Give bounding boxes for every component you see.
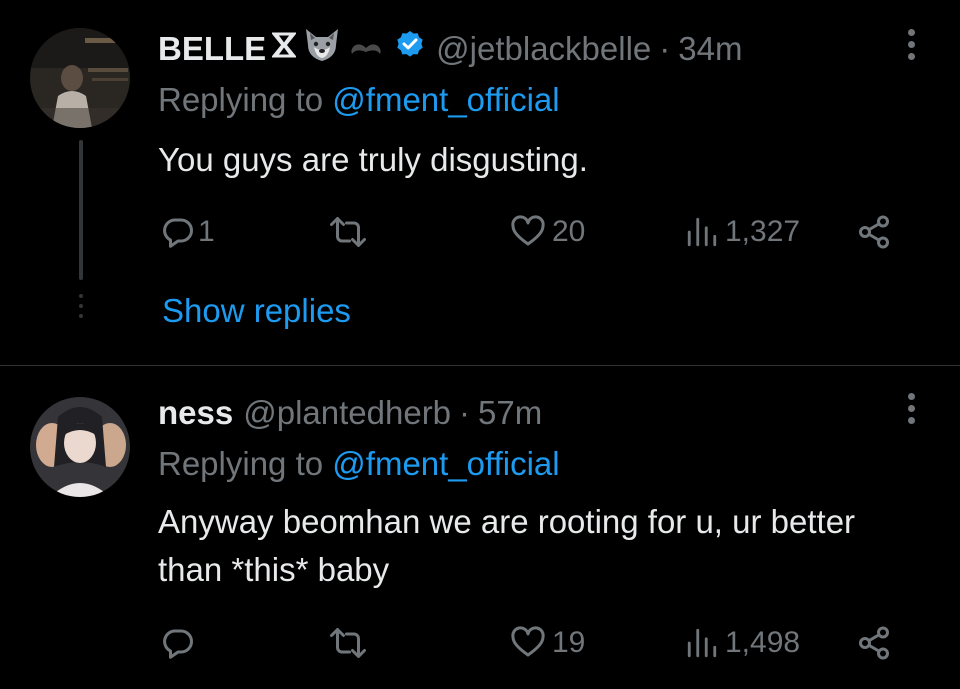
x-emoji-icon	[271, 30, 298, 68]
timestamp[interactable]: 34m	[678, 30, 742, 68]
like-count: 19	[552, 626, 586, 659]
tweet-text: You guys are truly disgusting.	[158, 141, 588, 178]
replying-to-link[interactable]: @fment_official	[332, 445, 559, 482]
tweet-actions: 1 20 1,327	[160, 210, 900, 254]
thread-line	[79, 140, 83, 280]
display-name[interactable]: ness	[158, 394, 233, 432]
show-replies-link[interactable]: Show replies	[162, 292, 351, 330]
more-icon[interactable]	[908, 29, 916, 65]
retweet-button[interactable]	[328, 210, 374, 254]
replying-to: Replying to @fment_official	[158, 81, 560, 119]
heart-icon	[510, 625, 546, 661]
share-button[interactable]	[856, 621, 892, 665]
handle[interactable]: @plantedherb	[243, 394, 451, 432]
separator-dot: ·	[659, 30, 671, 67]
handle[interactable]: @jetblackbelle	[436, 30, 651, 68]
more-icon[interactable]	[908, 393, 916, 429]
share-icon	[856, 625, 892, 661]
tweet-header: BELLE @jetblackbelle · 34m	[158, 27, 743, 71]
like-button[interactable]: 19	[510, 621, 585, 665]
like-count: 20	[552, 215, 586, 248]
reply-icon	[160, 625, 196, 661]
views-icon	[685, 215, 719, 249]
heart-icon	[510, 214, 546, 250]
tweet-1[interactable]: BELLE @jetblackbelle · 34m Replying to @…	[0, 0, 960, 365]
views-icon	[685, 626, 719, 660]
tweet-actions: 19 1,498	[160, 621, 900, 665]
view-count: 1,327	[725, 215, 801, 248]
views-button[interactable]: 1,498	[685, 621, 800, 665]
reply-count: 1	[198, 215, 215, 248]
separator-dot: ·	[459, 394, 471, 431]
reply-button[interactable]: 1	[160, 210, 215, 254]
like-button[interactable]: 20	[510, 210, 585, 254]
replying-to: Replying to @fment_official	[158, 445, 560, 483]
replying-prefix: Replying to	[158, 81, 324, 118]
display-name[interactable]: BELLE	[158, 30, 266, 68]
views-button[interactable]: 1,327	[685, 210, 800, 254]
view-count: 1,498	[725, 626, 801, 659]
share-button[interactable]	[856, 210, 892, 254]
verified-badge-icon	[394, 29, 426, 69]
retweet-button[interactable]	[328, 621, 374, 665]
retweet-icon	[328, 625, 368, 661]
tweet-2[interactable]: ness @plantedherb · 57m Replying to @fme…	[0, 366, 960, 689]
share-icon	[856, 214, 892, 250]
replying-to-link[interactable]: @fment_official	[332, 81, 559, 118]
avatar[interactable]	[30, 397, 130, 497]
avatar[interactable]	[30, 28, 130, 128]
thread-dots	[76, 294, 86, 324]
mustache-emoji-icon	[348, 30, 384, 68]
timestamp[interactable]: 57m	[478, 394, 542, 432]
tweet-text: Anyway beomhan we are rooting for u, ur …	[158, 503, 856, 588]
wolf-emoji-icon	[302, 27, 342, 71]
reply-icon	[160, 214, 196, 250]
tweet-header: ness @plantedherb · 57m	[158, 391, 542, 435]
replying-prefix: Replying to	[158, 445, 324, 482]
retweet-icon	[328, 214, 368, 250]
reply-button[interactable]	[160, 621, 202, 665]
